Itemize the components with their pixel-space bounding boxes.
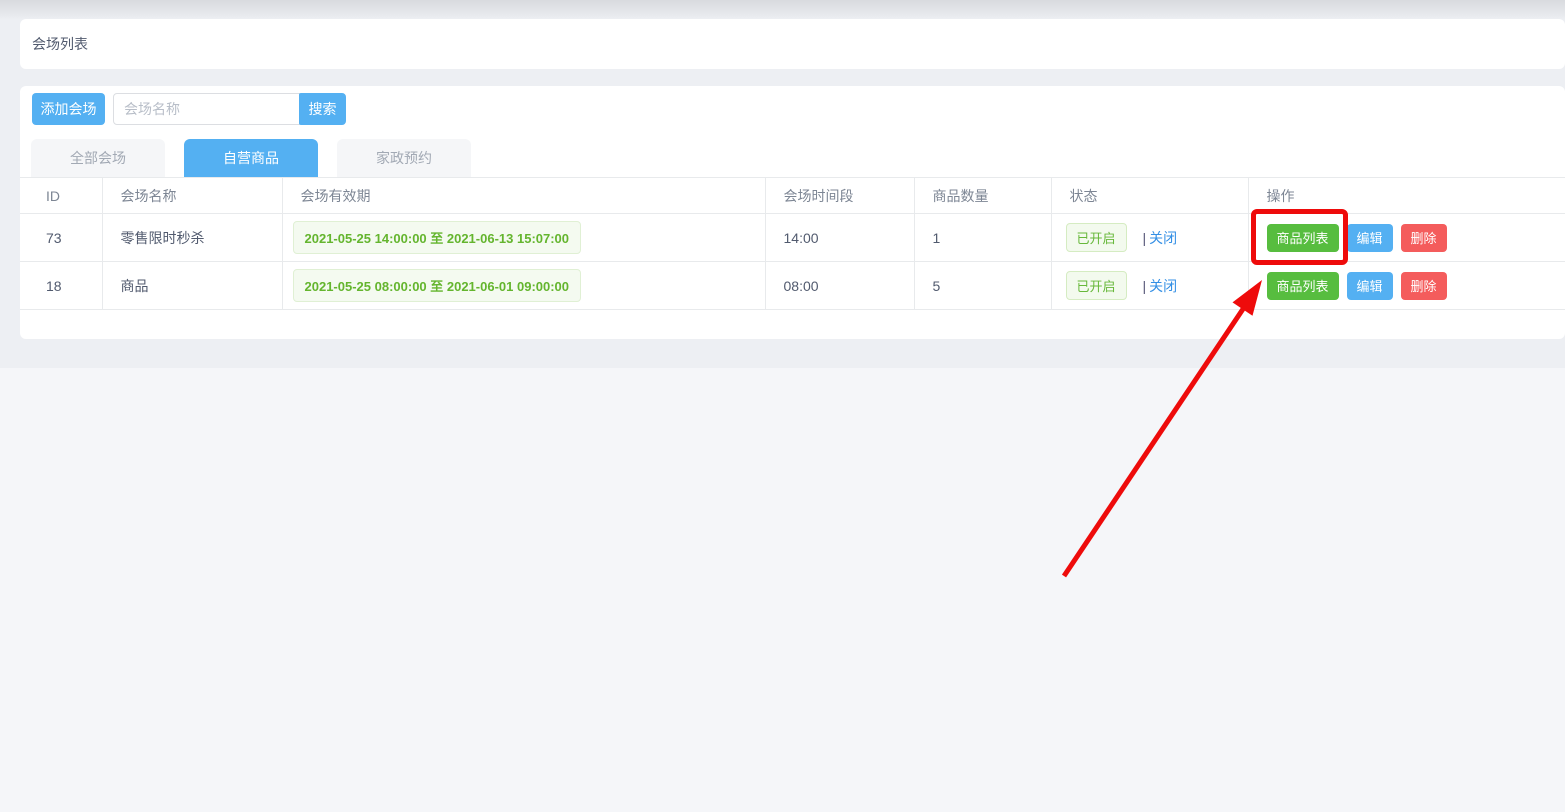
column-header-name: 会场名称	[102, 177, 283, 214]
cell-id: 73	[20, 213, 103, 262]
page-header-card: 会场列表	[20, 19, 1565, 69]
cell-validity: 2021-05-25 08:00:00 至 2021-06-01 09:00:0…	[282, 261, 766, 310]
product-list-button[interactable]: 商品列表	[1266, 223, 1339, 252]
venue-table: ID 会场名称 会场有效期 会场时间段 商品数量 状态 操作 73 零售限时秒杀…	[20, 177, 1565, 310]
edit-button[interactable]: 编辑	[1346, 271, 1393, 300]
tab-all-venues[interactable]: 全部会场	[31, 139, 165, 177]
cell-status: 已开启 | 关闭	[1051, 213, 1249, 262]
edit-button[interactable]: 编辑	[1346, 223, 1393, 252]
search-button[interactable]: 搜索	[299, 93, 346, 125]
delete-button[interactable]: 删除	[1400, 223, 1447, 252]
tab-self-operated-products[interactable]: 自营商品	[184, 139, 318, 177]
cell-id: 18	[20, 261, 103, 310]
column-header-actions: 操作	[1248, 177, 1565, 214]
validity-badge: 2021-05-25 14:00:00 至 2021-06-13 15:07:0…	[292, 221, 582, 254]
page-title: 会场列表	[32, 36, 88, 52]
venue-admin-page: 会场列表 添加会场 搜索 全部会场 自营商品 家政预约 ID 会场名称	[0, 0, 1565, 812]
status-separator: |	[1142, 230, 1147, 246]
close-status-link[interactable]: 关闭	[1149, 278, 1177, 294]
cell-venue-name: 商品	[102, 261, 283, 310]
cell-time-slot: 08:00	[765, 261, 915, 310]
cell-validity: 2021-05-25 14:00:00 至 2021-06-13 15:07:0…	[282, 213, 766, 262]
column-header-status: 状态	[1051, 177, 1249, 214]
cell-time-slot: 14:00	[765, 213, 915, 262]
add-venue-button[interactable]: 添加会场	[32, 93, 105, 125]
cell-actions: 商品列表 编辑 删除	[1248, 213, 1565, 262]
column-header-time-slot: 会场时间段	[765, 177, 915, 214]
status-enabled-badge: 已开启	[1065, 223, 1127, 252]
venue-name-search-input[interactable]	[113, 93, 300, 125]
column-header-id: ID	[20, 177, 103, 214]
status-separator: |	[1142, 278, 1147, 294]
cell-actions: 商品列表 编辑 删除	[1248, 261, 1565, 310]
table-header-row: ID 会场名称 会场有效期 会场时间段 商品数量 状态 操作	[20, 177, 1565, 214]
tab-housekeeping-booking[interactable]: 家政预约	[337, 139, 471, 177]
cell-venue-name: 零售限时秒杀	[102, 213, 283, 262]
search-group: 搜索	[113, 93, 346, 125]
cell-status: 已开启 | 关闭	[1051, 261, 1249, 310]
close-status-link[interactable]: 关闭	[1149, 230, 1177, 246]
toolbar: 添加会场 搜索	[20, 86, 1565, 132]
delete-button[interactable]: 删除	[1400, 271, 1447, 300]
tab-bar: 全部会场 自营商品 家政预约	[31, 139, 490, 177]
status-enabled-badge: 已开启	[1065, 271, 1127, 300]
table-row-73: 73 零售限时秒杀 2021-05-25 14:00:00 至 2021-06-…	[20, 213, 1565, 262]
venue-list-card: 添加会场 搜索 全部会场 自营商品 家政预约 ID 会场名称 会场有效期 会场时…	[20, 86, 1565, 339]
top-shadow-strip	[0, 0, 1565, 19]
product-list-button[interactable]: 商品列表	[1266, 271, 1339, 300]
column-header-validity: 会场有效期	[282, 177, 766, 214]
validity-badge: 2021-05-25 08:00:00 至 2021-06-01 09:00:0…	[292, 269, 582, 302]
cell-quantity: 1	[914, 213, 1052, 262]
table-row-18: 18 商品 2021-05-25 08:00:00 至 2021-06-01 0…	[20, 261, 1565, 310]
column-header-quantity: 商品数量	[914, 177, 1052, 214]
cell-quantity: 5	[914, 261, 1052, 310]
